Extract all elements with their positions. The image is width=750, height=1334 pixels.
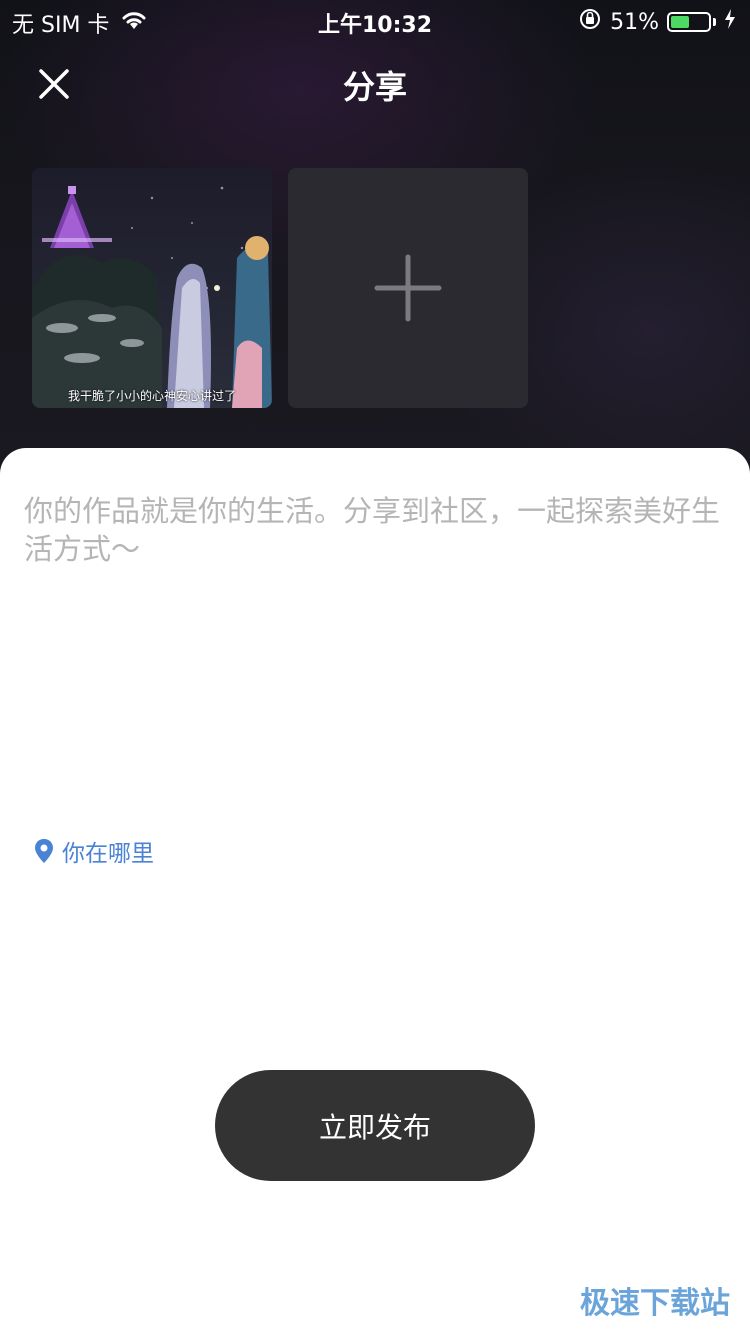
composer-sheet: 你在哪里 立即发布 极速下载站 <box>0 448 750 1334</box>
watermark: 极速下载站 <box>580 1286 730 1321</box>
add-image-button[interactable] <box>288 168 528 408</box>
status-bar: 无 SIM 卡 上午10:32 51% <box>0 0 750 40</box>
battery-level-fill <box>671 16 689 28</box>
page-title: 分享 <box>342 68 407 106</box>
battery-percent: 51% <box>610 9 659 35</box>
header-background: 无 SIM 卡 上午10:32 51% 分享 我干脆了小小的心神安心讲过了 <box>0 0 750 480</box>
orientation-lock-icon <box>578 7 602 37</box>
publish-button[interactable]: 立即发布 <box>215 1070 535 1181</box>
charging-icon <box>724 8 736 36</box>
selected-image-thumbnail[interactable]: 我干脆了小小的心神安心讲过了 <box>32 168 272 408</box>
battery-icon <box>667 12 711 32</box>
image-caption: 我干脆了小小的心神安心讲过了 <box>67 389 236 403</box>
location-selector[interactable]: 你在哪里 <box>34 834 154 868</box>
location-label: 你在哪里 <box>62 841 154 867</box>
battery-cap <box>713 18 716 26</box>
description-input[interactable] <box>24 492 724 752</box>
plus-icon <box>374 254 442 322</box>
status-right: 51% <box>578 7 736 37</box>
location-pin-icon <box>35 839 53 863</box>
anime-scene-image <box>32 168 272 408</box>
